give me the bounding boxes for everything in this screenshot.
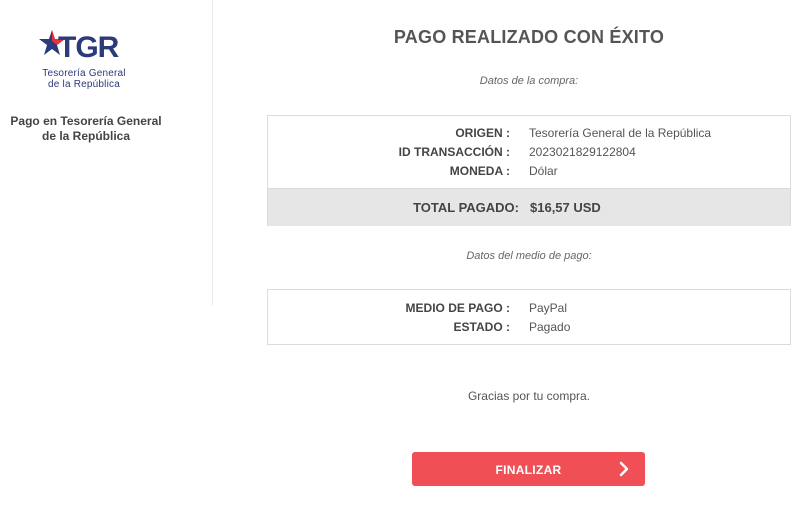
sidebar: TGR Tesorería General de la República Pa… [0, 0, 213, 305]
thanks-message: Gracias por tu compra. [467, 389, 591, 403]
currency-value: Dólar [529, 164, 558, 178]
status-key: ESTADO : [453, 320, 510, 334]
logo-subtitle-line1: Tesorería General [42, 68, 126, 79]
sidebar-title-line1: Pago en Tesorería General [10, 114, 162, 128]
status-value: Pagado [529, 320, 571, 334]
purchase-section-label: Datos de la compra: [479, 75, 579, 87]
sidebar-title-line2: de la República [41, 129, 131, 143]
total-paid-key: TOTAL PAGADO: [413, 200, 519, 215]
total-paid-value: $16,57 USD [530, 200, 601, 215]
sidebar-title: Pago en Tesorería General de la Repúblic… [8, 114, 164, 144]
logo-subtitle-line2: de la República [48, 79, 120, 90]
transaction-id-key: ID TRANSACCIÓN : [398, 145, 510, 159]
origin-key: ORIGEN : [455, 126, 510, 140]
logo-text: TGR [58, 31, 119, 64]
page-title: PAGO REALIZADO CON ÉXITO [393, 27, 665, 47]
chevron-right-icon [619, 461, 629, 477]
payment-method-key: MEDIO DE PAGO : [405, 301, 510, 315]
finish-button[interactable]: FINALIZAR [412, 452, 645, 486]
currency-key: MONEDA : [449, 164, 510, 178]
logo-subtitle: Tesorería General de la República [38, 68, 130, 90]
finish-button-label: FINALIZAR [495, 463, 562, 477]
origin-value: Tesorería General de la República [529, 126, 712, 140]
payment-details-box: MEDIO DE PAGO : PayPal ESTADO : Pagado [267, 289, 791, 345]
tgr-logo: TGR Tesorería General de la República [38, 28, 138, 92]
total-paid-row: TOTAL PAGADO: $16,57 USD [268, 188, 790, 226]
transaction-id-value: 2023021829122804 [529, 145, 636, 159]
payment-method-value: PayPal [529, 301, 568, 315]
purchase-details-box: ORIGEN : Tesorería General de la Repúbli… [267, 115, 791, 226]
payment-section-label: Datos del medio de pago: [466, 250, 592, 262]
